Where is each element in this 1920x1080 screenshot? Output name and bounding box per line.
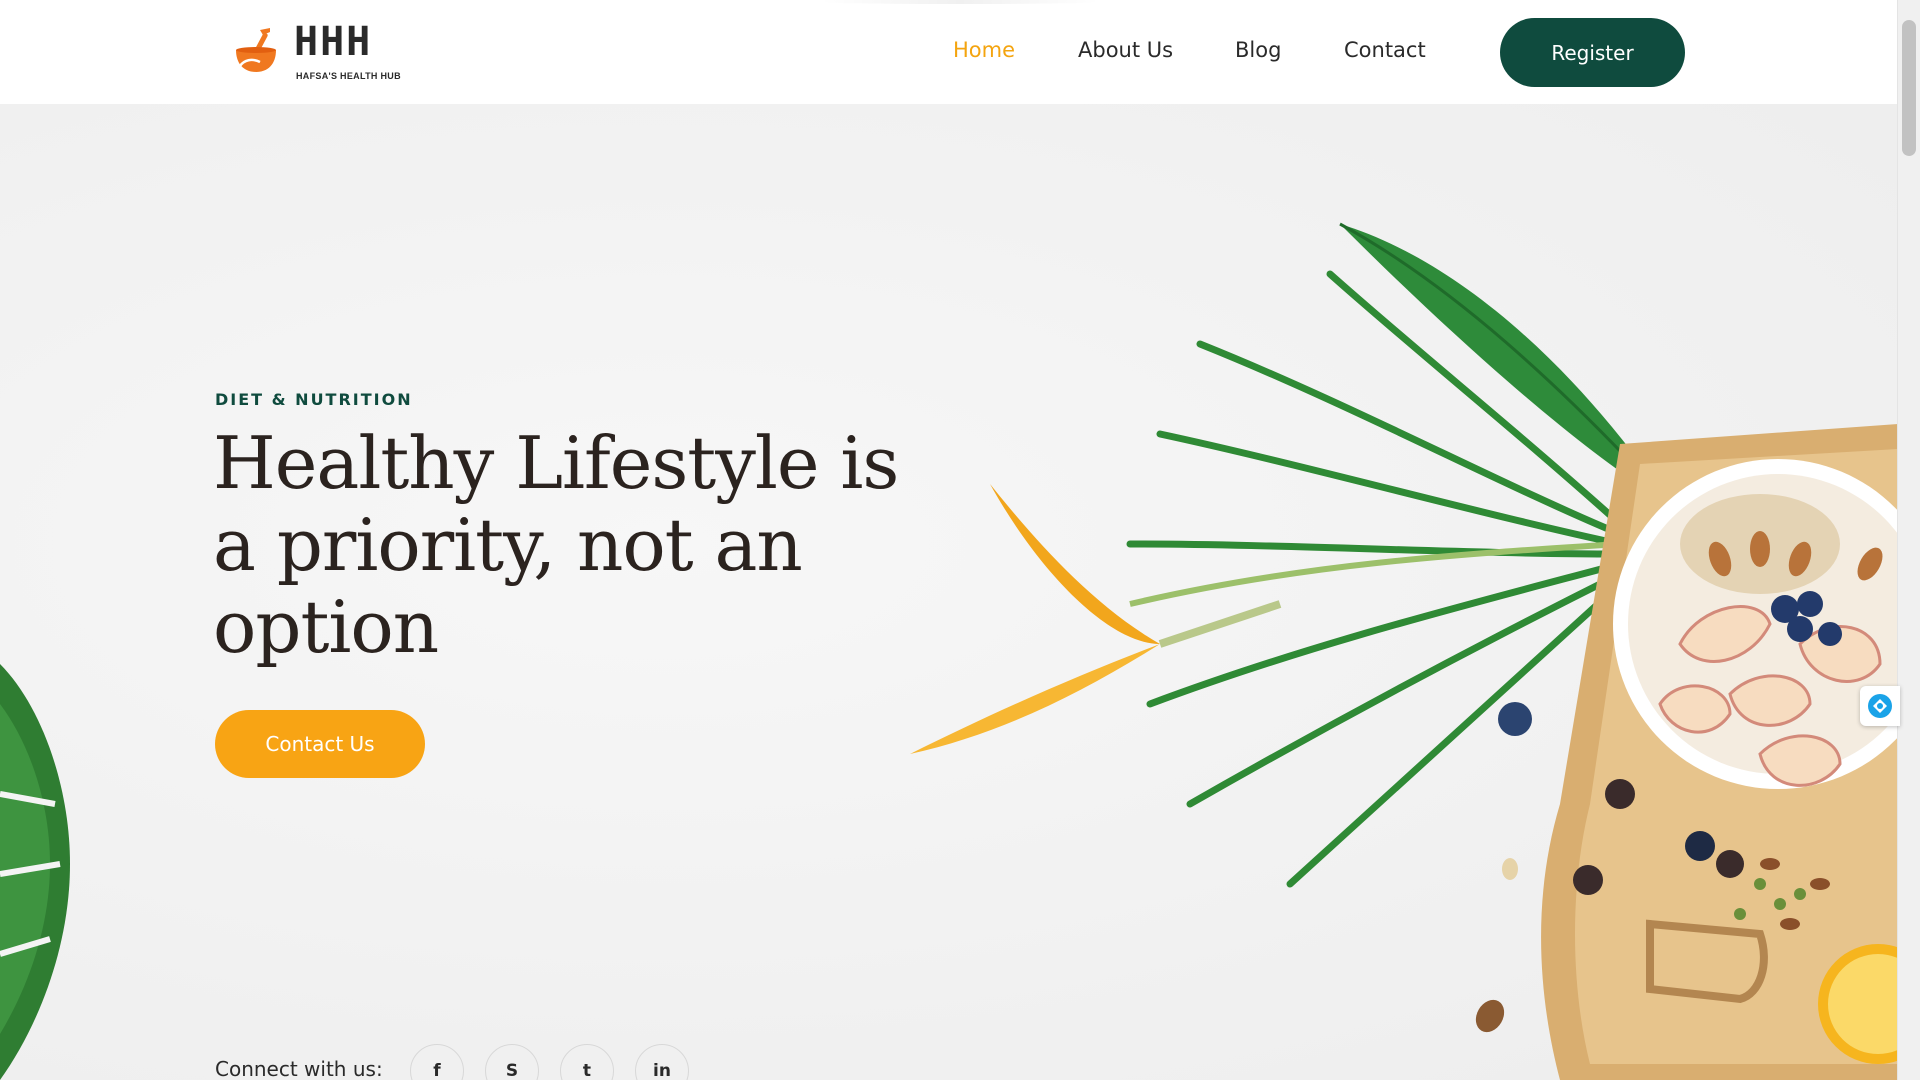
nav-blog-link[interactable]: Blog xyxy=(1235,38,1281,62)
page-scrollbar[interactable] xyxy=(1897,0,1920,1080)
hero-eyebrow: DIET & NUTRITION xyxy=(215,390,413,409)
headline-line-1: Healthy Lifestyle is xyxy=(213,421,899,505)
connect-label: Connect with us: xyxy=(215,1057,383,1080)
nav-about-link[interactable]: About Us xyxy=(1078,38,1173,62)
scrollbar-thumb[interactable] xyxy=(1902,20,1916,156)
chat-bubble-icon xyxy=(1868,694,1892,718)
contact-us-button[interactable]: Contact Us xyxy=(215,710,425,778)
nav-home-link[interactable]: Home xyxy=(953,38,1015,62)
headline-line-3: option xyxy=(213,585,439,669)
register-button[interactable]: Register xyxy=(1500,18,1685,87)
chat-widget-button[interactable] xyxy=(1860,686,1900,726)
hero-section: DIET & NUTRITION Healthy Lifestyle is a … xyxy=(0,104,1898,1080)
site-header: HHH HAFSA'S HEALTH HUB Home About Us Blo… xyxy=(0,0,1898,104)
monstera-leaf-illustration xyxy=(0,664,70,1080)
headline-line-2: a priority, not an xyxy=(213,503,803,587)
nav-contact-link[interactable]: Contact xyxy=(1344,38,1426,62)
hero-headline: Healthy Lifestyle is a priority, not an … xyxy=(213,422,973,668)
